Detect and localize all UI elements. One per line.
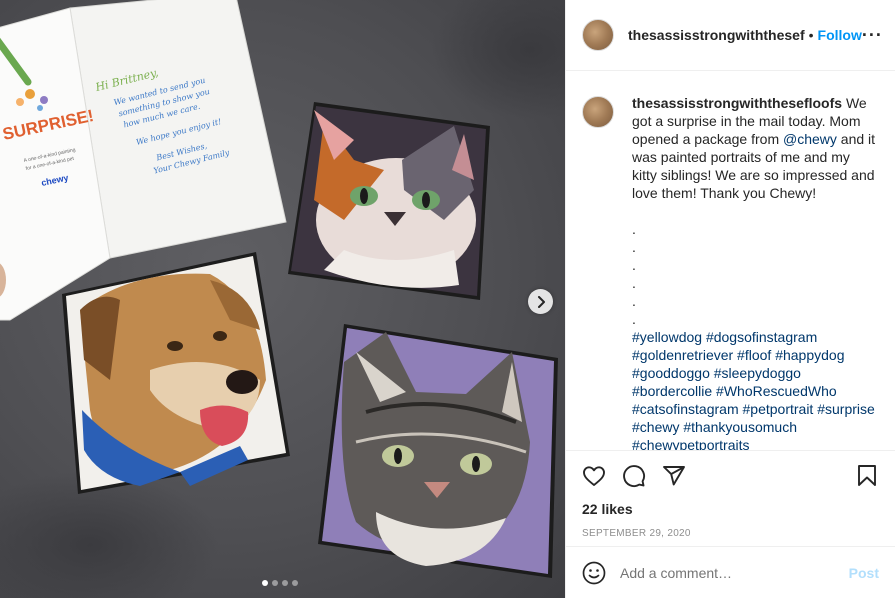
post-caption: thesassisstrongwiththesefloofs We got a … <box>582 94 879 450</box>
post-photo[interactable]: SURPRISE! A one-of-a-kind painting for a… <box>0 0 565 598</box>
carousel-indicator <box>262 580 298 586</box>
post-date: SEPTEMBER 29, 2020 <box>582 528 691 539</box>
caption-dot: . <box>632 257 636 273</box>
bookmark-icon <box>858 465 876 486</box>
caption-text: thesassisstrongwiththesefloofs We got a … <box>632 94 877 450</box>
likes-count[interactable]: 22 likes <box>582 501 879 517</box>
dog-portrait <box>62 252 290 494</box>
post-actions: 22 likes SEPTEMBER 29, 2020 <box>566 450 895 546</box>
mention-link[interactable]: @chewy <box>783 131 837 147</box>
comment-icon <box>623 465 646 488</box>
post-comment-button[interactable]: Post <box>849 565 879 581</box>
next-photo-button[interactable] <box>528 289 553 314</box>
caption-dot: . <box>632 275 636 291</box>
carousel-dot <box>262 580 268 586</box>
add-comment-bar: Post <box>566 546 895 598</box>
caption-dot: . <box>632 221 636 237</box>
caption-dot: . <box>632 311 636 327</box>
calico-cat-portrait <box>288 102 490 300</box>
caption-dot: . <box>632 239 636 255</box>
post-header: thesassisstrongwiththesef • Follow ··· <box>566 0 895 71</box>
header-username[interactable]: thesassisstrongwiththesef <box>628 27 805 43</box>
post-details-panel: thesassisstrongwiththesef • Follow ··· t… <box>565 0 895 598</box>
comments-section[interactable]: thesassisstrongwiththesefloofs We got a … <box>566 72 895 450</box>
caption-dot: . <box>632 293 636 309</box>
tabby-cat-portrait <box>318 324 558 578</box>
more-options-icon[interactable]: ··· <box>862 25 883 46</box>
heart-icon <box>583 466 605 486</box>
smiley-icon <box>582 561 606 584</box>
caption-avatar[interactable] <box>582 96 614 128</box>
chevron-right-icon <box>537 295 545 308</box>
header-separator: • <box>808 27 814 43</box>
caption-username[interactable]: thesassisstrongwiththesefloofs <box>632 95 842 111</box>
avatar[interactable] <box>582 19 614 51</box>
carousel-dot <box>282 580 288 586</box>
hashtags[interactable]: #yellowdog #dogsofinstagram #goldenretri… <box>632 328 877 450</box>
share-icon <box>663 466 685 486</box>
save-button[interactable] <box>855 464 879 488</box>
emoji-button[interactable] <box>582 561 606 585</box>
comment-button[interactable] <box>622 464 646 488</box>
carousel-dot <box>272 580 278 586</box>
share-button[interactable] <box>662 464 686 488</box>
like-button[interactable] <box>582 464 606 488</box>
carousel-dot <box>292 580 298 586</box>
follow-button[interactable]: Follow <box>818 27 862 43</box>
comment-input[interactable] <box>620 564 849 581</box>
